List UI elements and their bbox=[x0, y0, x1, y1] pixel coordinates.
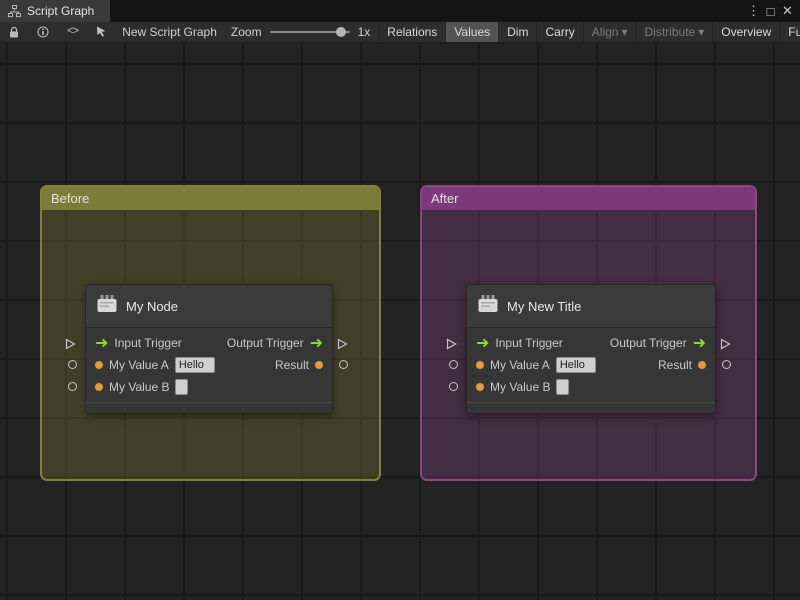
node-header[interactable]: My Node bbox=[86, 285, 332, 328]
menu-icon[interactable]: ⋮ bbox=[745, 3, 762, 19]
trigger-port-row: ➜ Input Trigger Output Trigger ➜ bbox=[86, 332, 332, 354]
value-a-port-icon[interactable] bbox=[95, 361, 103, 369]
unity-visual-scripting-window: Script Graph ⋮ □ ✕ <> New Script Graph Z… bbox=[0, 0, 800, 600]
external-input-trigger-port[interactable] bbox=[65, 338, 76, 350]
graph-name-breadcrumb[interactable]: New Script Graph bbox=[116, 22, 223, 42]
value-b-port-icon[interactable] bbox=[95, 383, 103, 391]
value-a-input[interactable] bbox=[555, 357, 596, 373]
zoom-value: 1x bbox=[357, 25, 371, 39]
external-output-trigger-port[interactable] bbox=[720, 338, 731, 350]
node-my-node[interactable]: My Node ➜ Input Trigger Output Trigger ➜… bbox=[85, 284, 333, 414]
group-title: After bbox=[431, 191, 459, 206]
value-b-port-row: My Value B bbox=[86, 376, 332, 398]
external-value-b-port[interactable] bbox=[449, 382, 458, 391]
chevron-down-icon: ▾ bbox=[698, 25, 705, 39]
result-port-icon[interactable] bbox=[315, 361, 323, 369]
zoom-label: Zoom bbox=[230, 25, 262, 39]
dim-button[interactable]: Dim bbox=[498, 22, 536, 42]
zoom-slider[interactable] bbox=[269, 27, 350, 37]
result-label: Result bbox=[274, 358, 309, 372]
external-value-a-port[interactable] bbox=[68, 360, 77, 369]
value-a-port-row: My Value A Result bbox=[86, 354, 332, 376]
zoom-knob[interactable] bbox=[335, 27, 346, 37]
value-a-input[interactable] bbox=[174, 357, 215, 373]
output-trigger-arrow-icon[interactable]: ➜ bbox=[310, 333, 323, 353]
value-b-port-icon[interactable] bbox=[476, 383, 484, 391]
chevron-down-icon: ▾ bbox=[621, 25, 628, 39]
external-result-port[interactable] bbox=[339, 360, 348, 369]
values-button[interactable]: Values bbox=[445, 22, 499, 42]
overview-button[interactable]: Overview bbox=[712, 22, 779, 42]
external-input-trigger-port[interactable] bbox=[446, 338, 457, 350]
info-icon[interactable] bbox=[28, 22, 58, 42]
value-b-label: My Value B bbox=[109, 380, 170, 394]
external-result-port[interactable] bbox=[722, 360, 731, 369]
graph-canvas[interactable]: Before After My Node ➜ Input Trigger Out… bbox=[0, 43, 800, 600]
value-b-input[interactable] bbox=[175, 379, 189, 395]
input-trigger-arrow-icon[interactable]: ➜ bbox=[95, 333, 108, 353]
fullscreen-button[interactable]: Full Screen bbox=[779, 22, 800, 42]
input-trigger-arrow-icon[interactable]: ➜ bbox=[476, 333, 489, 353]
distribute-dropdown[interactable]: Distribute ▾ bbox=[635, 22, 713, 42]
carry-button[interactable]: Carry bbox=[536, 22, 582, 42]
group-title: Before bbox=[51, 191, 90, 206]
lock-icon[interactable] bbox=[0, 22, 28, 42]
trigger-port-row: ➜ Input Trigger Output Trigger ➜ bbox=[467, 332, 715, 354]
relations-button[interactable]: Relations bbox=[378, 22, 445, 42]
value-b-port-row: My Value B bbox=[467, 376, 715, 398]
script-graph-icon bbox=[8, 5, 21, 17]
value-a-label: My Value A bbox=[109, 358, 169, 372]
node-my-new-title[interactable]: My New Title ➜ Input Trigger Output Trig… bbox=[466, 284, 716, 414]
graph-pointer-icon bbox=[87, 22, 116, 42]
tab-bar: Script Graph ⋮ □ ✕ bbox=[0, 0, 800, 22]
node-ports: ➜ Input Trigger Output Trigger ➜ My Valu… bbox=[467, 328, 715, 398]
group-before-header[interactable]: Before bbox=[42, 187, 379, 210]
value-b-label: My Value B bbox=[490, 380, 551, 394]
tab-script-graph[interactable]: Script Graph bbox=[0, 0, 111, 22]
window-controls: ⋮ □ ✕ bbox=[745, 0, 800, 22]
node-header[interactable]: My New Title bbox=[467, 285, 715, 328]
graph-toolbar: <> New Script Graph Zoom 1x Relations Va… bbox=[0, 22, 800, 43]
unit-icon bbox=[97, 294, 117, 318]
zoom-control: Zoom 1x bbox=[223, 22, 378, 42]
output-trigger-arrow-icon[interactable]: ➜ bbox=[693, 333, 706, 353]
node-footer bbox=[467, 402, 715, 413]
node-footer bbox=[86, 402, 332, 413]
node-title: My New Title bbox=[507, 298, 582, 314]
value-a-port-row: My Value A Result bbox=[467, 354, 715, 376]
tab-label: Script Graph bbox=[27, 4, 95, 18]
result-label: Result bbox=[657, 358, 692, 372]
value-a-label: My Value A bbox=[490, 358, 550, 372]
unit-icon bbox=[478, 294, 498, 318]
close-icon[interactable]: ✕ bbox=[779, 3, 796, 19]
code-preview-icon[interactable]: <> bbox=[58, 22, 87, 42]
result-port-icon[interactable] bbox=[698, 361, 706, 369]
node-title: My Node bbox=[126, 298, 179, 314]
value-b-input[interactable] bbox=[556, 379, 570, 395]
input-trigger-label: Input Trigger bbox=[114, 336, 182, 350]
external-value-b-port[interactable] bbox=[68, 382, 77, 391]
output-trigger-label: Output Trigger bbox=[226, 336, 304, 350]
external-output-trigger-port[interactable] bbox=[337, 338, 348, 350]
align-dropdown[interactable]: Align ▾ bbox=[582, 22, 636, 42]
input-trigger-label: Input Trigger bbox=[495, 336, 563, 350]
maximize-icon[interactable]: □ bbox=[762, 4, 779, 19]
external-value-a-port[interactable] bbox=[449, 360, 458, 369]
output-trigger-label: Output Trigger bbox=[609, 336, 687, 350]
value-a-port-icon[interactable] bbox=[476, 361, 484, 369]
node-ports: ➜ Input Trigger Output Trigger ➜ My Valu… bbox=[86, 328, 332, 398]
group-after-header[interactable]: After bbox=[422, 187, 755, 210]
